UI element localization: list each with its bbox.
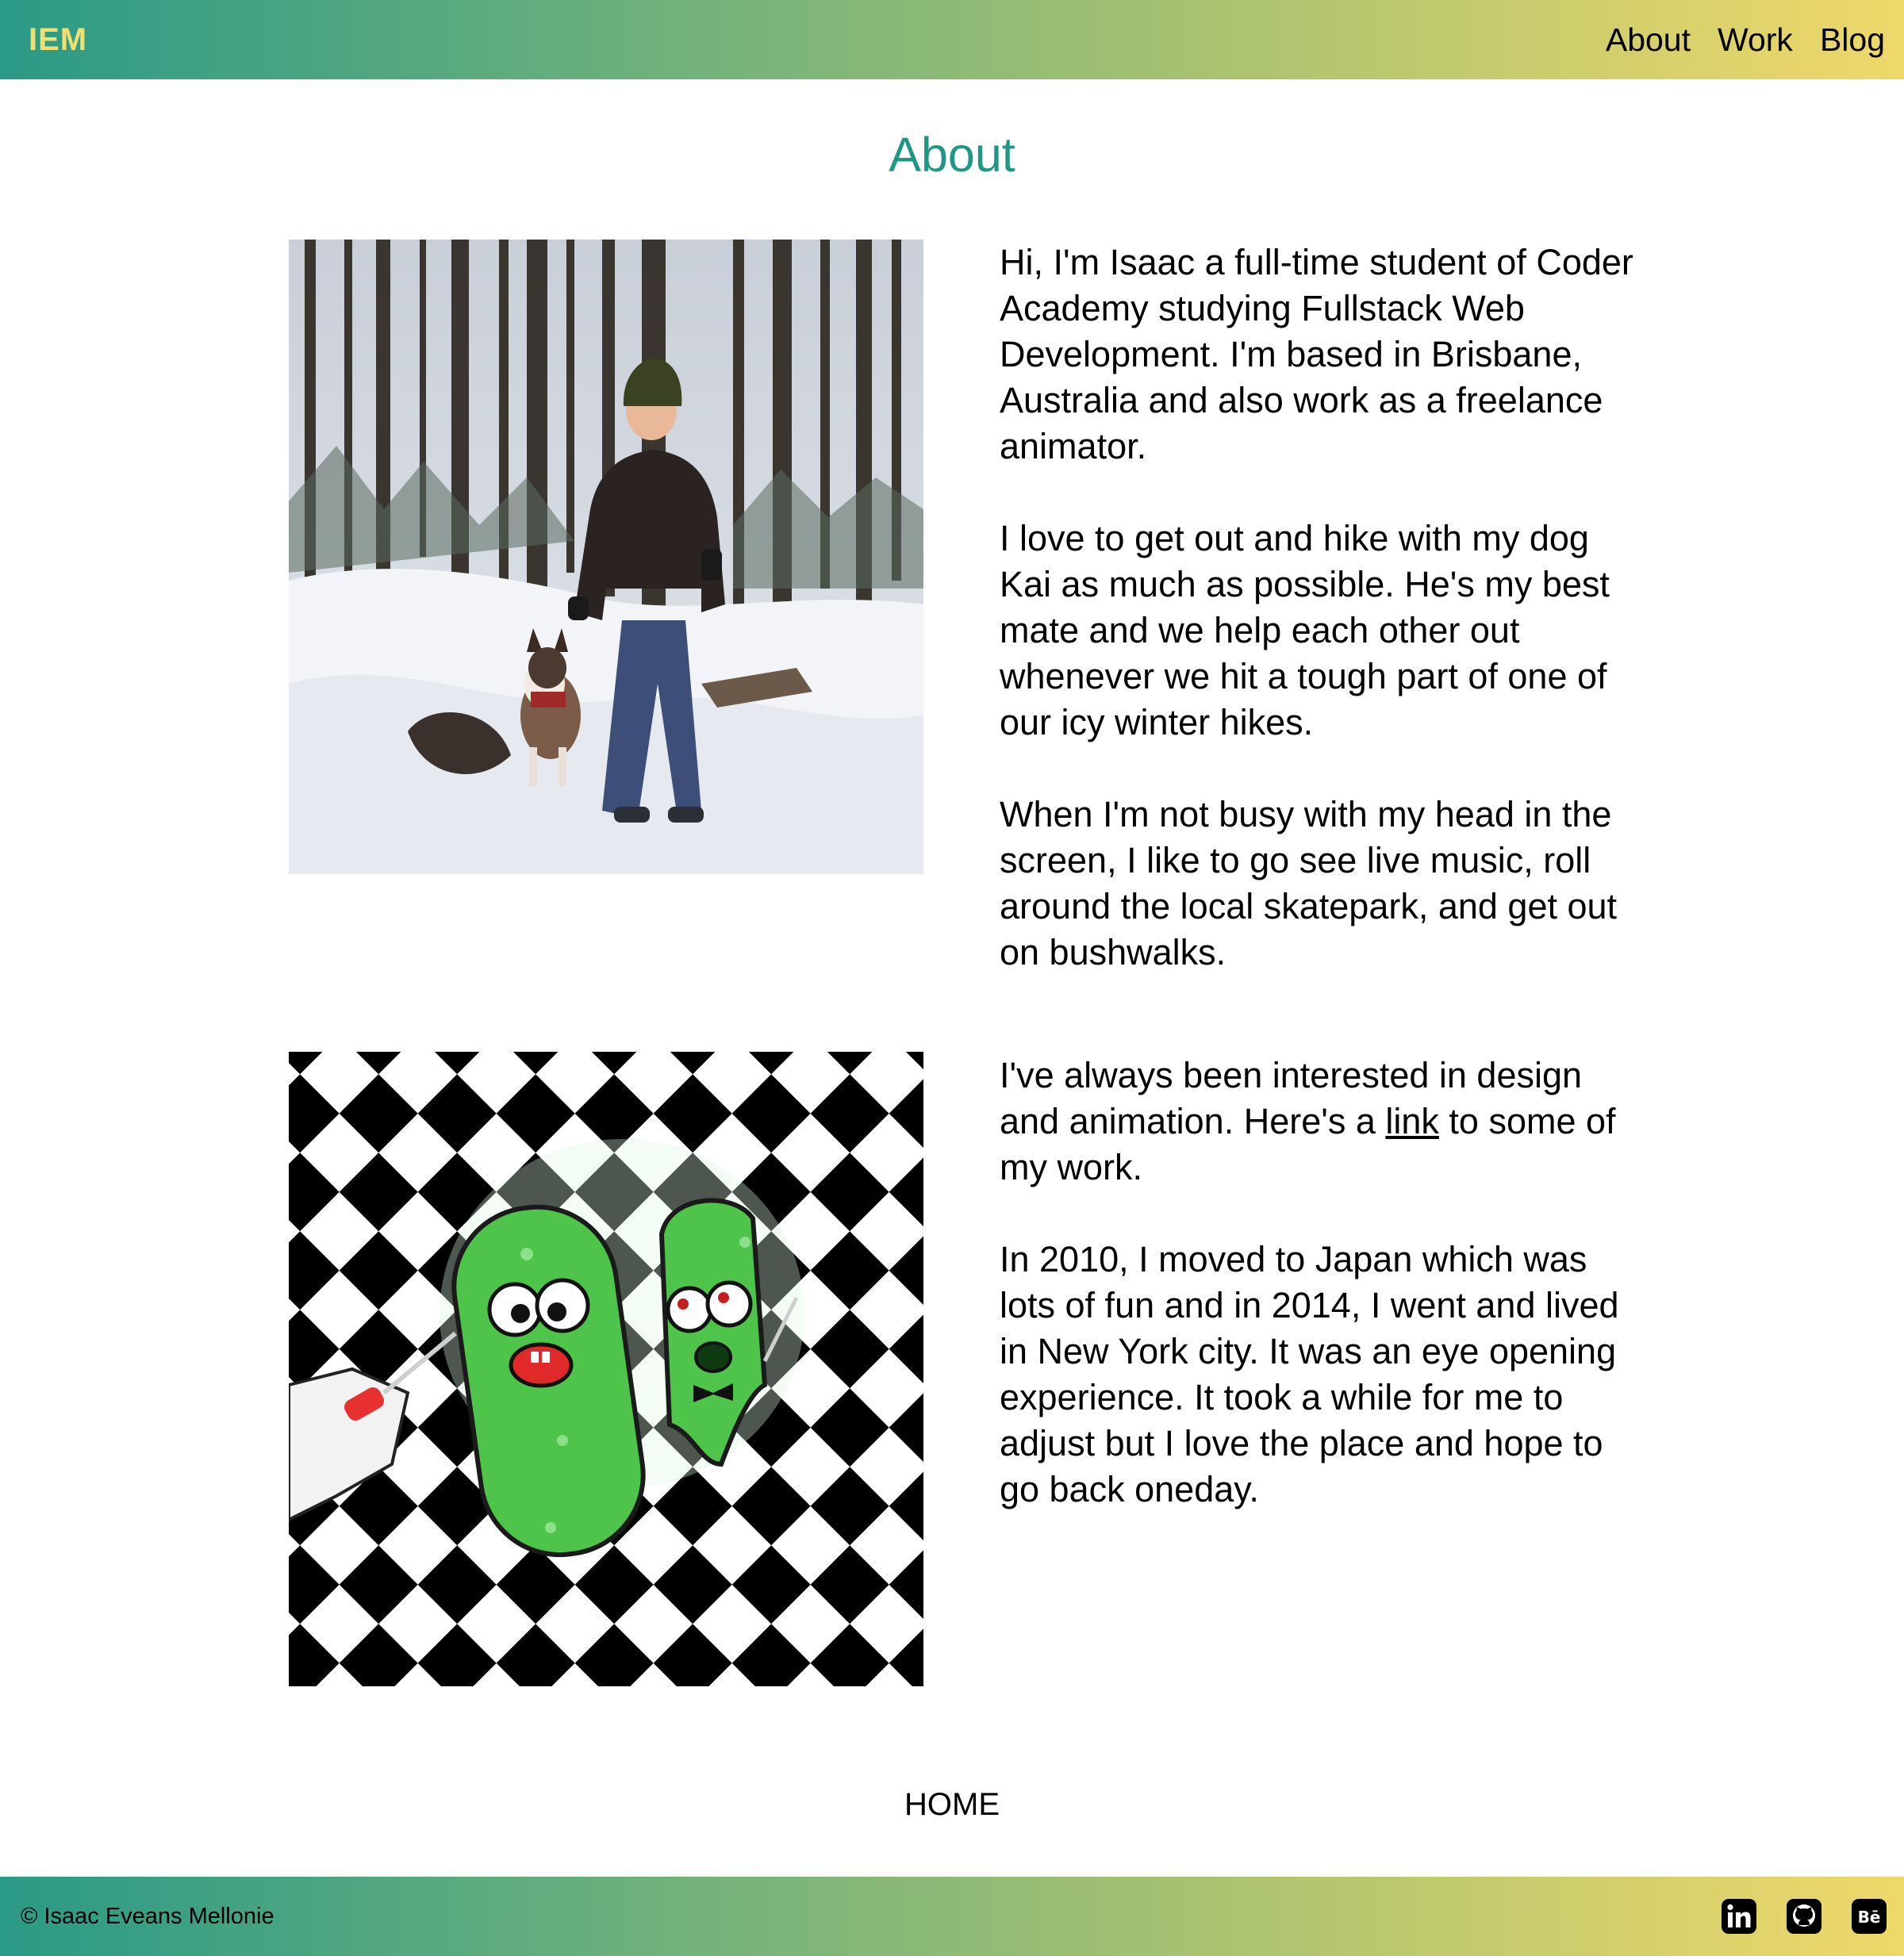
about-text-section-1: Hi, I'm Isaac a full-time student of Cod…	[1000, 240, 1650, 976]
nav-link-work[interactable]: Work	[1718, 21, 1793, 59]
github-icon[interactable]	[1785, 1897, 1823, 1935]
hiking-photo	[289, 240, 923, 874]
behance-icon[interactable]: Bē	[1850, 1897, 1888, 1935]
svg-text:Bē: Bē	[1858, 1908, 1881, 1927]
main-nav: About Work Blog	[1606, 21, 1885, 59]
copyright-text: © Isaac Eveans Mellonie	[21, 1903, 274, 1929]
nav-link-about[interactable]: About	[1606, 21, 1691, 59]
travel-paragraph: In 2010, I moved to Japan which was lots…	[1000, 1239, 1619, 1509]
linkedin-icon[interactable]	[1720, 1897, 1758, 1935]
hobbies-paragraph: When I'm not busy with my head in the sc…	[1000, 794, 1618, 972]
social-links: Bē	[1720, 1897, 1888, 1935]
brand-logo-link[interactable]: IEM	[29, 22, 87, 58]
home-link[interactable]: HOME	[0, 1787, 1904, 1823]
nav-link-blog[interactable]: Blog	[1820, 21, 1885, 59]
pickle-animation-image	[289, 1052, 923, 1686]
footer: © Isaac Eveans Mellonie Bē	[0, 1877, 1904, 1956]
dog-paragraph: I love to get out and hike with my dog K…	[1000, 518, 1610, 742]
design-paragraph: I've always been interested in design an…	[1000, 1053, 1650, 1191]
top-navbar: IEM About Work Blog	[0, 0, 1904, 79]
page-title: About	[889, 128, 1015, 182]
about-text-section-2: I've always been interested in design an…	[1000, 1053, 1650, 1513]
work-link[interactable]: link	[1385, 1101, 1439, 1141]
intro-paragraph: Hi, I'm Isaac a full-time student of Cod…	[1000, 242, 1633, 466]
